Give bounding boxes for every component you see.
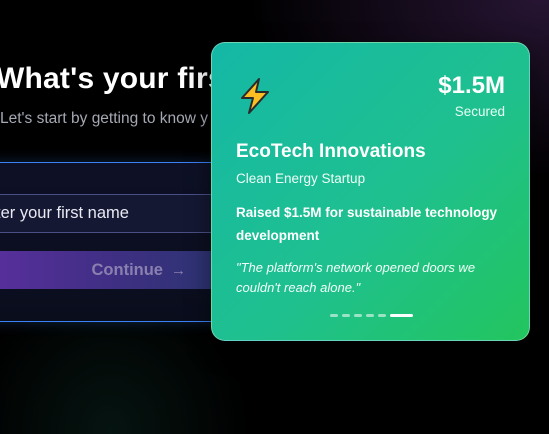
testimonial-quote: "The platform's network opened doors we … [236,260,476,295]
continue-label: Continue [91,260,164,279]
carousel-dot[interactable] [378,314,386,317]
funding-status: Secured [454,104,505,119]
company-category: Clean Energy Startup [236,171,366,186]
name-form-panel [0,162,232,322]
story-headline: Raised $1.5M for sustainable technology … [236,205,498,243]
company-name: EcoTech Innovations [236,141,426,162]
carousel-indicators [330,314,413,317]
page-subtitle: Let's start by getting to know y [0,110,209,127]
continue-button[interactable]: Continue → [0,251,230,289]
carousel-dot[interactable] [366,314,374,317]
success-story-card: $1.5M Secured EcoTech Innovations Clean … [211,42,530,341]
funding-amount: $1.5M [438,72,505,99]
arrow-right-icon: → [171,261,186,279]
carousel-dot[interactable] [330,314,338,317]
first-name-input[interactable] [0,194,230,233]
carousel-dot[interactable] [354,314,362,317]
lightning-bolt-icon [241,78,269,114]
carousel-dot[interactable] [342,314,350,317]
page-heading: What's your firs [0,62,225,95]
carousel-dot-active[interactable] [390,314,413,317]
